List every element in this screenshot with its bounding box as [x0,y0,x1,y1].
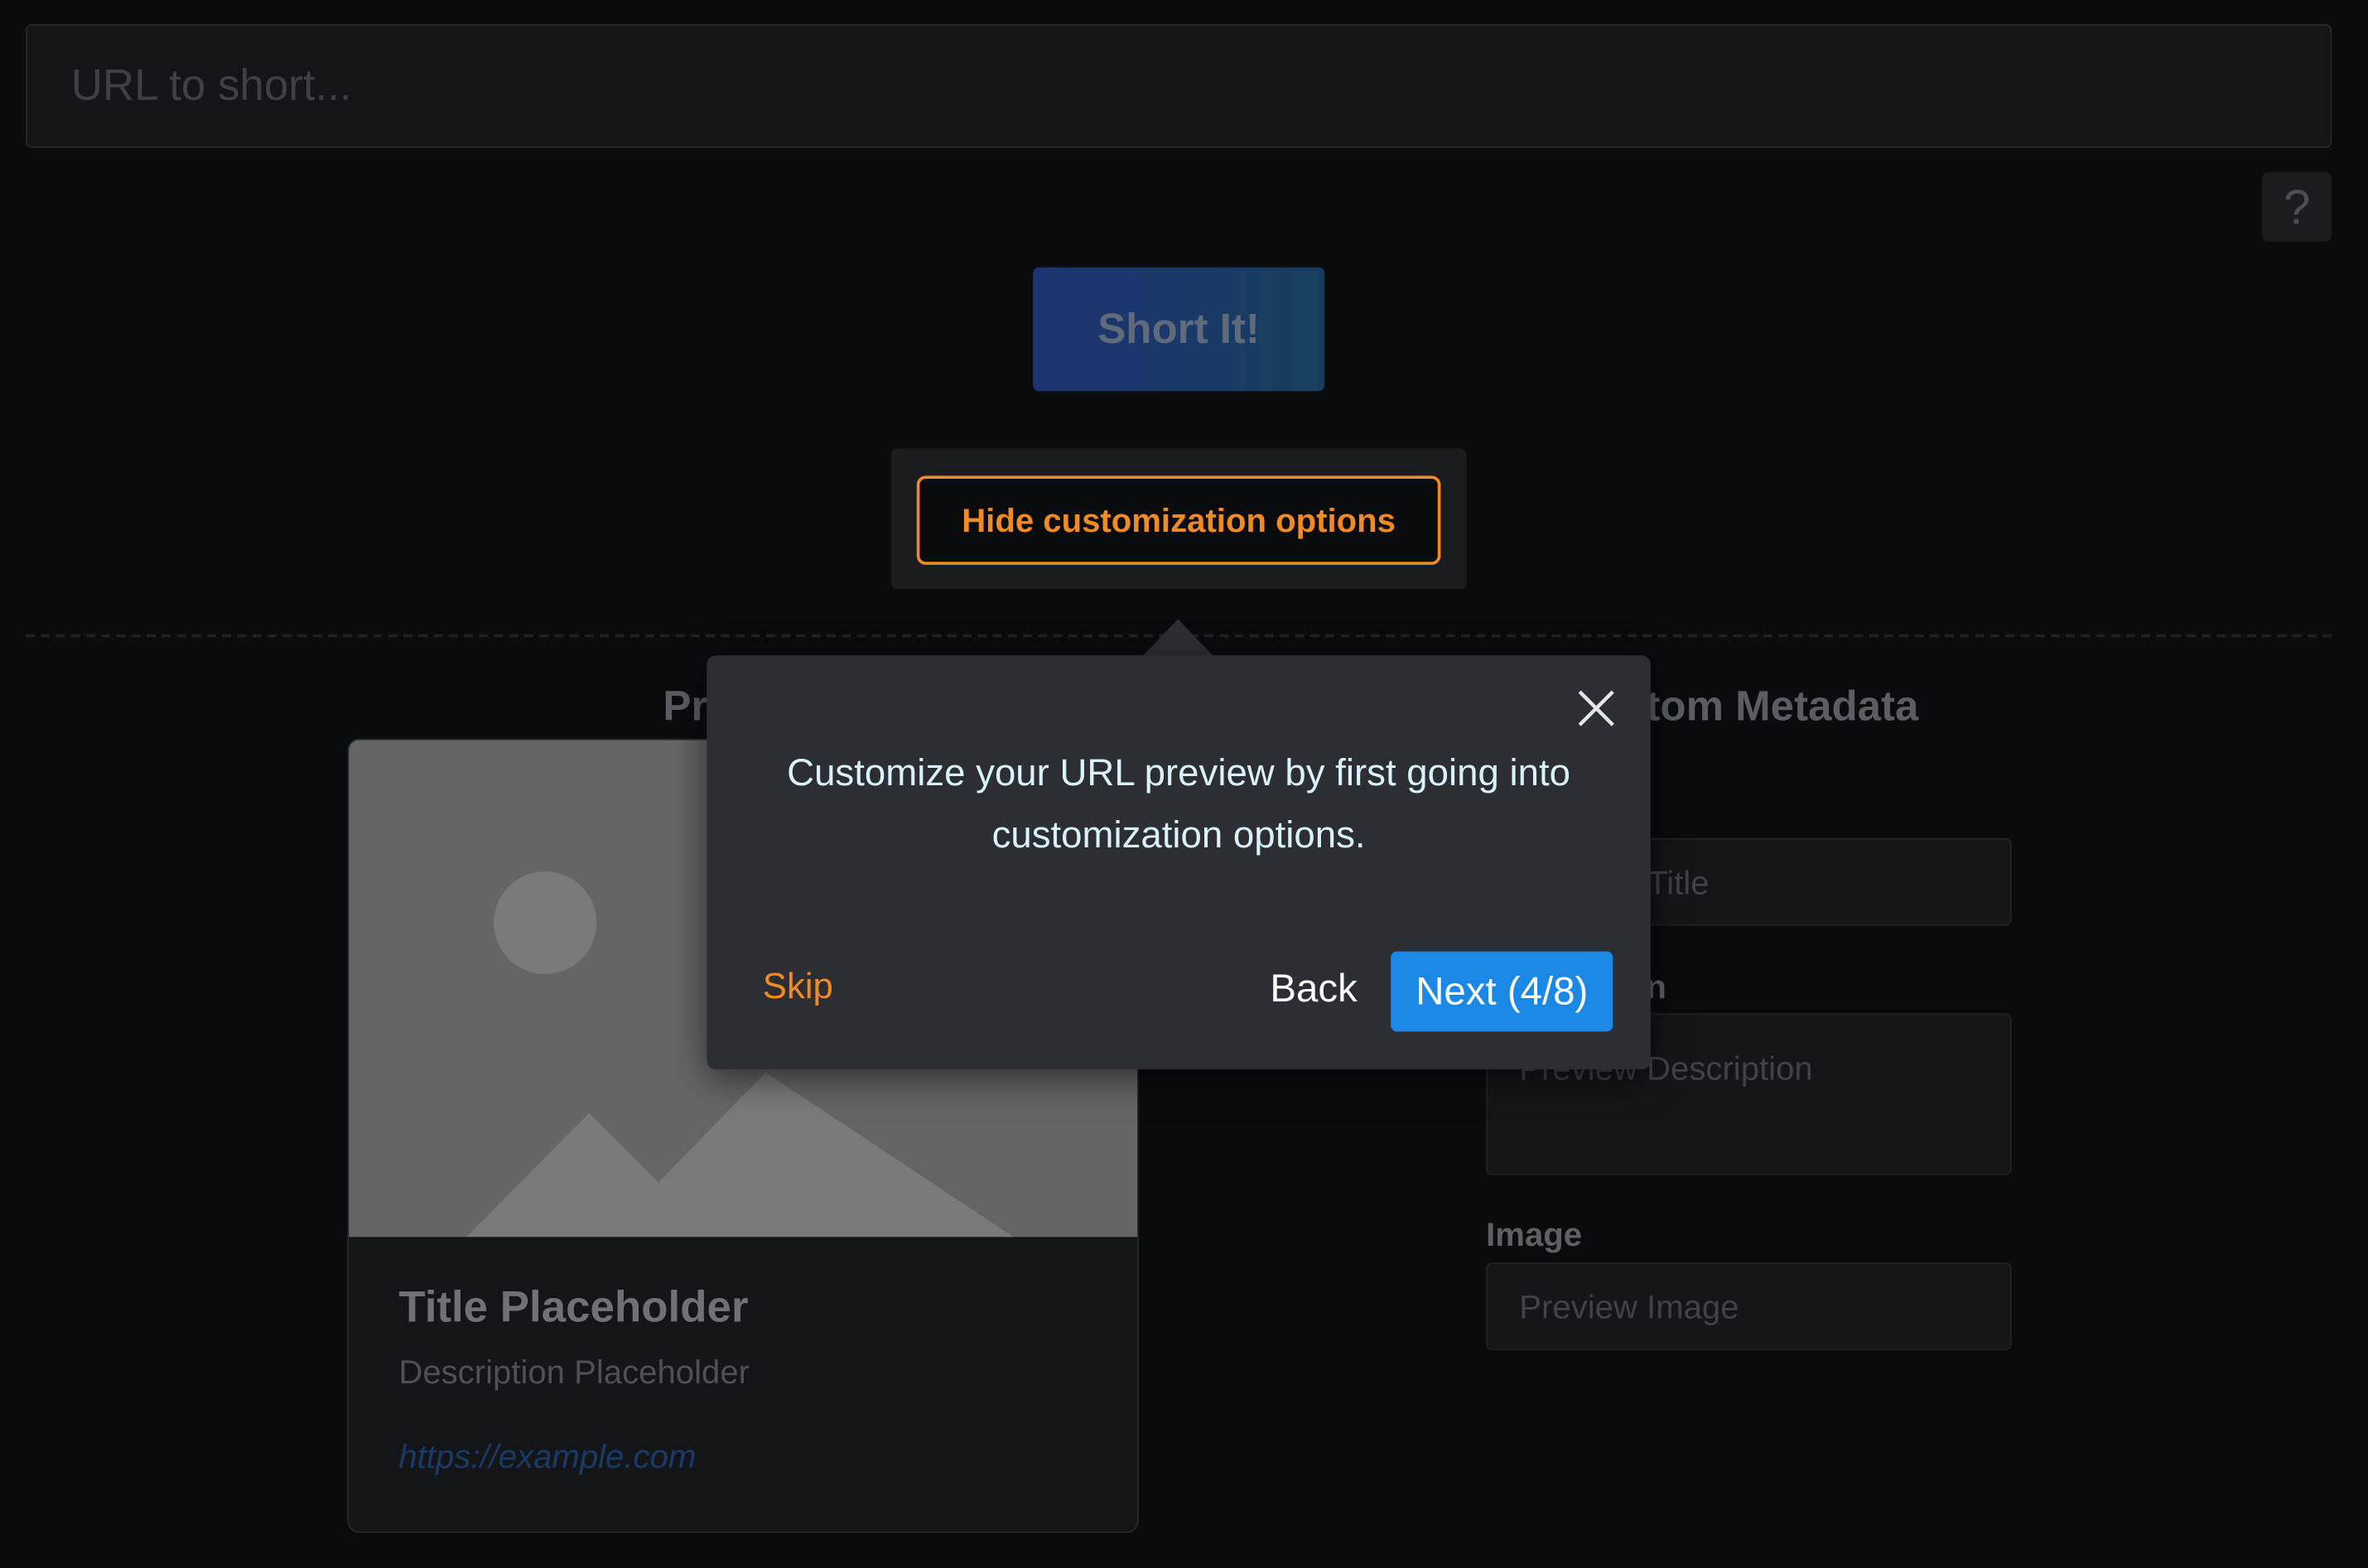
preview-title: Title Placeholder [398,1283,749,1333]
preview-description: Description Placeholder [398,1353,750,1392]
skip-button[interactable]: Skip [763,967,833,1009]
short-it-button[interactable]: Short It! [1033,267,1325,392]
popover-arrow [1141,619,1214,658]
back-button[interactable]: Back [1270,965,1357,1012]
preview-url-link[interactable]: https://example.com [398,1438,696,1477]
help-button[interactable]: ? [2262,171,2332,242]
popover-message: Customize your URL preview by first goin… [787,752,1570,856]
page: ? Short It! Hide customization options P… [0,0,2368,1568]
image-label: Image [1486,1215,1583,1254]
image-input[interactable]: Preview Image [1486,1262,2012,1351]
title-input-placeholder: Title [1647,863,1710,902]
tour-popover: Customize your URL preview by first goin… [707,655,1651,1069]
url-input[interactable] [25,24,2332,148]
custom-metadata-heading: tom Metadata [1646,683,1919,730]
preview-heading: Pr [663,683,708,730]
next-button[interactable]: Next (4/8) [1391,951,1613,1032]
close-icon[interactable] [1574,686,1619,731]
image-input-placeholder: Preview Image [1519,1288,1739,1326]
hide-customization-button[interactable]: Hide customization options [916,475,1441,565]
